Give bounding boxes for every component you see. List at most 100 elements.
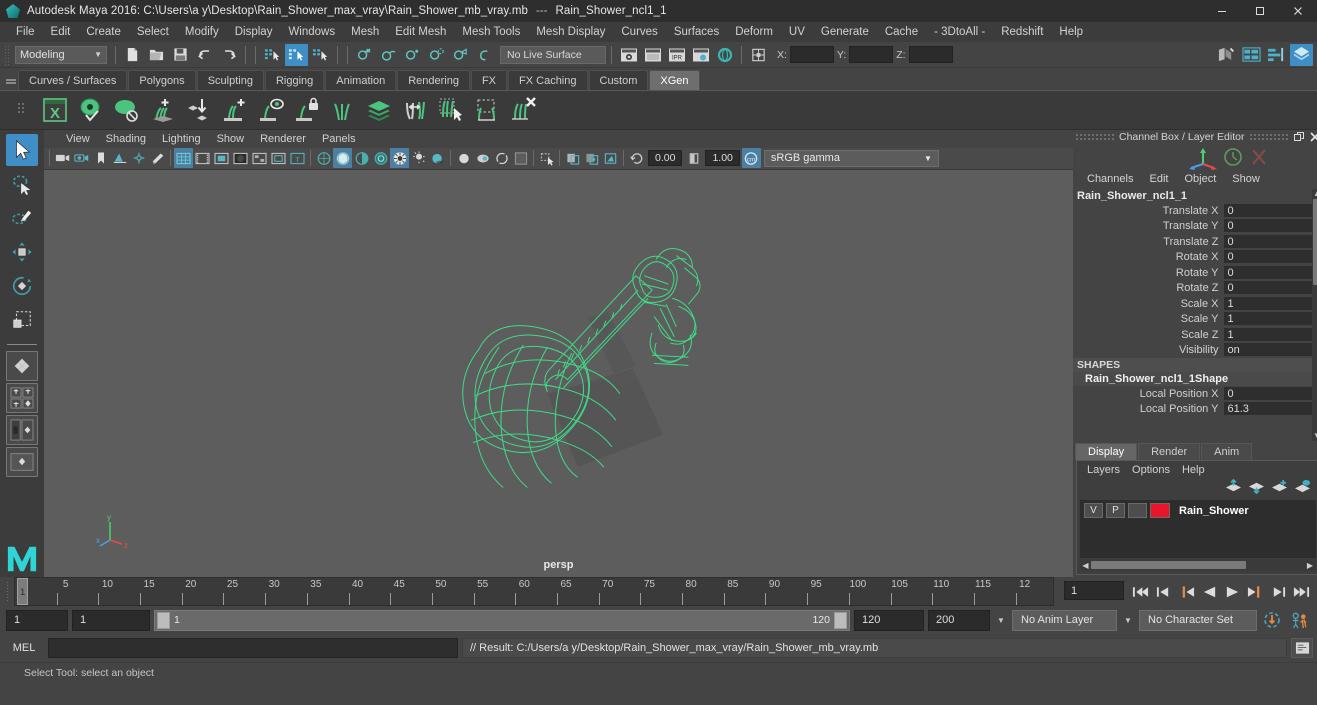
bookmark-icon[interactable] [91,148,110,168]
channel-box-menu-edit[interactable]: Edit [1141,170,1176,189]
layer-row[interactable]: V P Rain_Shower [1080,500,1316,521]
resolution-gate-icon[interactable] [212,148,231,168]
gamma-reset-icon[interactable] [684,148,703,168]
menu-windows[interactable]: Windows [280,22,343,42]
menu-curves[interactable]: Curves [613,22,665,42]
menu-select[interactable]: Select [129,22,177,42]
channel-value[interactable]: 0 [1223,386,1317,401]
chevron-down-icon[interactable]: ▼ [1121,616,1135,625]
open-scene-button[interactable] [145,44,168,66]
channel-box-scrollbar[interactable]: ▲ ▼ [1311,189,1317,441]
channel-value[interactable]: 0 [1223,219,1317,234]
xgen-editor-icon[interactable]: X [38,93,72,127]
xgen-add-density-icon[interactable] [218,93,252,127]
layer-menu-layers[interactable]: Layers [1081,464,1126,476]
xray-active-components-icon[interactable] [601,148,620,168]
script-editor-icon[interactable] [1291,638,1313,658]
gamma-value-field[interactable]: 1.00 [705,150,740,167]
channel-row-local-position-y[interactable]: Local Position Y 61.3 [1073,402,1317,418]
redo-button[interactable] [217,44,240,66]
channel-value[interactable]: 1 [1223,327,1317,342]
step-forward-keyframe-icon[interactable] [1268,581,1288,603]
exposure-reset-icon[interactable] [627,148,646,168]
channel-row-rotate-y[interactable]: Rotate Y 0 [1073,265,1317,281]
select-by-object-type-button[interactable] [285,43,308,66]
layer-menu-options[interactable]: Options [1126,464,1176,476]
two-dimensional-pan-zoom-icon[interactable] [129,148,148,168]
menu-uv[interactable]: UV [781,22,813,42]
menu-surfaces[interactable]: Surfaces [666,22,727,42]
scrollbar-thumb[interactable] [1312,199,1317,285]
snap-to-curves-icon[interactable] [377,44,400,66]
channel-row-translate-x[interactable]: Translate X 0 [1073,203,1317,219]
menu-3dtoall[interactable]: - 3DtoAll - [926,22,993,42]
layer-name[interactable]: Rain_Shower [1173,505,1249,517]
command-language-label[interactable]: MEL [4,642,44,654]
undock-panel-button[interactable] [1293,131,1305,143]
menu-create[interactable]: Create [78,22,129,42]
viewport-menu-renderer[interactable]: Renderer [252,130,314,148]
current-frame-field[interactable]: 1 [1064,581,1124,600]
go-to-start-icon[interactable] [1130,581,1150,603]
multisample-aa-icon[interactable] [473,148,492,168]
channel-row-rotate-x[interactable]: Rotate X 0 [1073,250,1317,266]
outliner-persp-layout-button[interactable] [6,415,38,445]
toggle-channel-box-icon[interactable] [1290,43,1313,66]
scrollbar-thumb[interactable] [1091,561,1247,569]
xgen-place-icon[interactable] [182,93,216,127]
step-back-frame-icon[interactable] [1176,581,1196,603]
menu-modify[interactable]: Modify [177,22,227,42]
channel-value[interactable]: 1 [1223,296,1317,311]
xgen-disable-preview-icon[interactable] [110,93,144,127]
isolate-select-icon[interactable] [537,148,556,168]
xgen-eye-mask-icon[interactable] [254,93,288,127]
shelf-options-handle[interactable] [4,70,18,90]
channel-value[interactable]: 0 [1223,234,1317,249]
channel-value[interactable]: on [1223,343,1317,358]
channel-value[interactable]: 0 [1223,250,1317,265]
render-settings-icon[interactable] [689,44,712,66]
film-gate-icon[interactable] [193,148,212,168]
playback-start-time-field[interactable]: 1 [72,609,150,631]
xgen-region-icon[interactable] [470,93,504,127]
menu-file[interactable]: File [8,22,43,42]
menu-edit-mesh[interactable]: Edit Mesh [387,22,454,42]
persp-graph-layout-button[interactable] [6,447,38,477]
coord-z-input[interactable] [908,46,953,63]
display-layer-list[interactable]: V P Rain_Shower [1080,500,1316,558]
xgen-length-icon[interactable] [398,93,432,127]
move-tool-button[interactable] [6,236,38,268]
channel-row-translate-y[interactable]: Translate Y 0 [1073,219,1317,235]
screen-space-ao-icon[interactable] [428,148,447,168]
tab-anim-layers[interactable]: Anim [1201,443,1253,460]
exposure-value-field[interactable]: 0.00 [648,150,683,167]
time-slider[interactable]: 1 5 10 15 20 25 30 35 40 45 50 55 60 65 70 75 80 85 90 95 1… [14,577,1054,606]
live-surface-field[interactable]: No Live Surface [500,45,606,64]
go-to-end-icon[interactable] [1291,581,1311,603]
shelf-tab-rendering[interactable]: Rendering [397,70,470,90]
menu-mesh-display[interactable]: Mesh Display [528,22,613,42]
range-slider[interactable]: 1 120 [154,609,850,631]
channel-value[interactable]: 0 [1223,265,1317,280]
viewport-menu-show[interactable]: Show [209,130,253,148]
viewport-3d-canvas[interactable]: y x z persp [44,169,1073,577]
panel-drag-handle-right[interactable] [1248,133,1289,141]
channel-value[interactable]: 0 [1223,203,1317,218]
move-layer-down-icon[interactable] [1248,479,1265,499]
menu-mesh-tools[interactable]: Mesh Tools [454,22,528,42]
play-backwards-icon[interactable] [1199,581,1219,603]
shelf-tab-xgen[interactable]: XGen [649,70,700,90]
viewport-settings-icon[interactable] [511,148,530,168]
channel-row-scale-x[interactable]: Scale X 1 [1073,296,1317,312]
tab-render-layers[interactable]: Render [1138,443,1201,460]
menu-mesh[interactable]: Mesh [343,22,387,42]
image-plane-icon[interactable] [110,148,129,168]
coord-y-input[interactable] [849,46,894,63]
scroll-down-arrow-icon[interactable]: ▼ [1313,431,1317,441]
save-scene-button[interactable] [169,44,192,66]
layer-visibility-toggle[interactable]: V [1084,503,1103,518]
film-gate-mask-icon[interactable] [250,148,269,168]
channel-box-menu-channels[interactable]: Channels [1079,170,1141,189]
channel-row-scale-z[interactable]: Scale Z 1 [1073,327,1317,343]
channel-value[interactable]: 1 [1223,312,1317,327]
